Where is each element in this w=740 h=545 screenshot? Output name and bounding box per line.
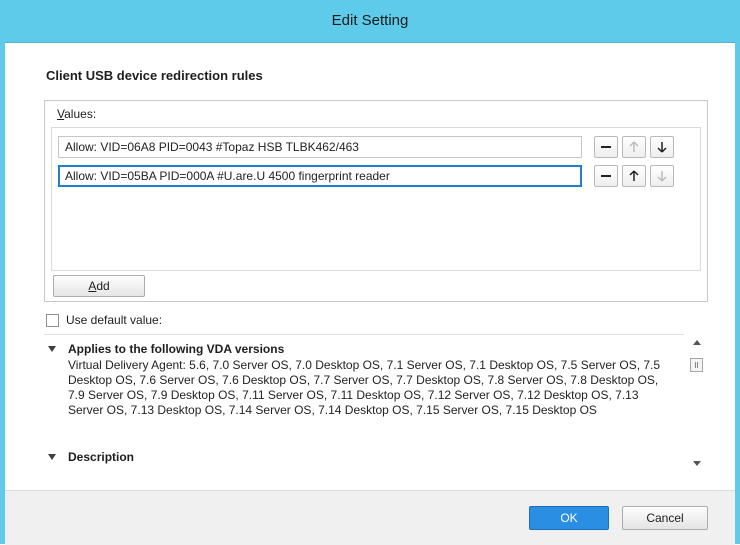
window-frame-left: [0, 42, 5, 544]
grip-icon: [695, 362, 698, 368]
title-bar: Edit Setting: [0, 0, 740, 43]
divider: [44, 334, 684, 335]
arrow-up-icon: [629, 170, 639, 181]
window-title: Edit Setting: [331, 12, 409, 29]
cancel-button[interactable]: Cancel: [622, 506, 708, 530]
move-down-rule-2-button[interactable]: [650, 165, 674, 187]
values-list: [51, 127, 701, 271]
window-frame-right: [735, 42, 740, 544]
remove-rule-2-button[interactable]: [594, 165, 618, 187]
rule-input-2[interactable]: [58, 165, 582, 187]
values-label: Values:: [57, 107, 97, 121]
ok-button[interactable]: OK: [529, 506, 609, 530]
values-group: Values: Add: [44, 100, 708, 302]
arrow-up-icon: [629, 141, 639, 152]
triangle-down-icon: [48, 454, 56, 460]
remove-rule-1-button[interactable]: [594, 136, 618, 158]
triangle-down-icon: [48, 346, 56, 352]
move-down-rule-1-button[interactable]: [650, 136, 674, 158]
versions-title: Applies to the following VDA versions: [68, 342, 285, 356]
versions-text: Virtual Delivery Agent: 5.6, 7.0 Server …: [68, 358, 661, 417]
versions-expander[interactable]: Applies to the following VDA versions: [48, 342, 284, 356]
info-scrollbar[interactable]: [690, 338, 703, 468]
minus-icon: [601, 175, 611, 177]
use-default-checkbox[interactable]: [46, 313, 59, 327]
description-title: Description: [68, 450, 135, 464]
description-expander[interactable]: Description: [48, 450, 134, 464]
section-title: Client USB device redirection rules: [46, 68, 263, 83]
rule-input-1[interactable]: [58, 136, 582, 158]
arrow-down-icon: [657, 171, 667, 182]
arrow-down-icon: [657, 142, 667, 153]
scroll-up-icon[interactable]: [693, 340, 701, 345]
minus-icon: [601, 146, 611, 148]
scroll-thumb[interactable]: [690, 358, 703, 372]
use-default-label: Use default value:: [66, 313, 163, 327]
info-panel: Applies to the following VDA versions Vi…: [44, 334, 706, 470]
move-up-rule-2-button[interactable]: [622, 165, 646, 187]
scroll-down-icon[interactable]: [693, 461, 701, 466]
move-up-rule-1-button[interactable]: [622, 136, 646, 158]
add-button[interactable]: Add: [53, 275, 145, 297]
use-default-row[interactable]: Use default value:: [46, 312, 162, 328]
